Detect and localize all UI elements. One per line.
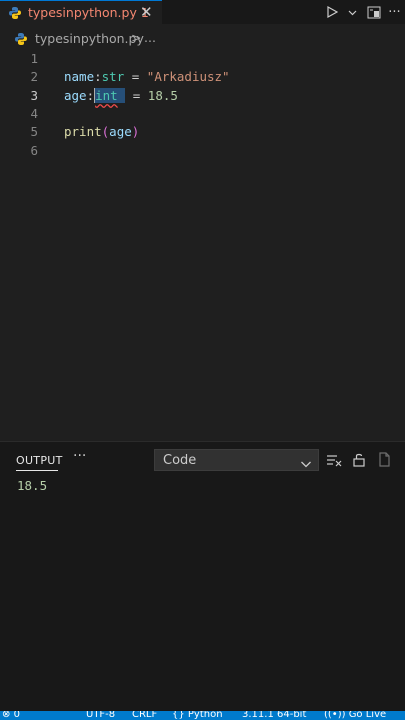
code-text: age:int = 18.5 (64, 88, 178, 103)
open-output-in-editor-button[interactable] (377, 452, 391, 471)
code-line: 5 print(age) (0, 123, 405, 141)
tab-title: typesinpython.py 1 (28, 5, 149, 20)
play-icon (326, 6, 338, 18)
clear-output-button[interactable] (326, 452, 342, 471)
line-number: 6 (30, 143, 38, 158)
line-number: 2 (30, 69, 38, 84)
chevron-down-icon (300, 455, 312, 474)
code-text: name:str = "Arkadiusz" (64, 69, 230, 84)
chevron-down-icon (348, 10, 357, 15)
open-preview-button[interactable] (363, 2, 384, 22)
editor-tab-bar: typesinpython.py 1 ✕ ··· (0, 0, 405, 24)
python-file-icon (14, 31, 28, 50)
run-file-button[interactable] (321, 2, 342, 22)
clear-all-icon (327, 455, 342, 467)
go-live-button[interactable]: ((•)) Go Live (324, 711, 386, 720)
unlock-icon (353, 453, 365, 467)
code-text: print(age) (64, 124, 140, 139)
output-panel: OUTPUT ··· Code 18.5 (0, 441, 405, 712)
preview-icon (367, 6, 380, 18)
more-actions-button[interactable]: ··· (384, 2, 405, 22)
language-status[interactable]: {} Python (172, 711, 223, 720)
toggle-scroll-lock-button[interactable] (352, 452, 366, 471)
eol-status[interactable]: CRLF (132, 711, 157, 720)
python-file-icon (8, 5, 22, 24)
breadcrumb: typesinpython.py > ... (0, 28, 405, 50)
editor-tab[interactable]: typesinpython.py 1 ✕ (0, 0, 162, 24)
editor-actions: ··· (321, 0, 405, 24)
interpreter-status[interactable]: 3.11.1 64-bit (242, 711, 306, 720)
new-file-icon (379, 452, 390, 467)
run-options-button[interactable] (342, 2, 363, 22)
code-line: 4 (0, 105, 405, 123)
encoding-status[interactable]: UTF-8 (86, 711, 115, 720)
tab-output[interactable]: OUTPUT (16, 454, 63, 467)
status-bar: ⊗ 0 UTF-8 CRLF {} Python 3.11.1 64-bit (… (0, 711, 405, 720)
line-number: 1 (30, 51, 38, 66)
code-line: 6 (0, 142, 405, 160)
line-number: 3 (30, 88, 38, 103)
close-tab-button[interactable]: ✕ (140, 3, 153, 21)
line-number: 4 (30, 106, 38, 121)
output-channel-value: Code (163, 453, 197, 468)
breadcrumb-symbols[interactable]: ... (144, 30, 156, 45)
output-channel-select[interactable]: Code (154, 449, 319, 471)
output-text: 18.5 (17, 478, 48, 493)
type-error-squiggle: int (95, 88, 118, 103)
code-line: 1 (0, 50, 405, 68)
problems-status[interactable]: ⊗ 0 (2, 711, 20, 720)
panel-more-button[interactable]: ··· (73, 448, 86, 464)
code-line: 2 name:str = "Arkadiusz" (0, 68, 405, 86)
code-line: 3 age:int = 18.5 (0, 87, 405, 105)
line-number: 5 (30, 124, 38, 139)
active-tab-indicator (16, 470, 58, 471)
code-editor[interactable]: 1 2 name:str = "Arkadiusz" 3 age:int = 1… (0, 50, 405, 440)
chevron-right-icon: > (131, 30, 142, 45)
breadcrumb-file[interactable]: typesinpython.py (35, 31, 144, 46)
